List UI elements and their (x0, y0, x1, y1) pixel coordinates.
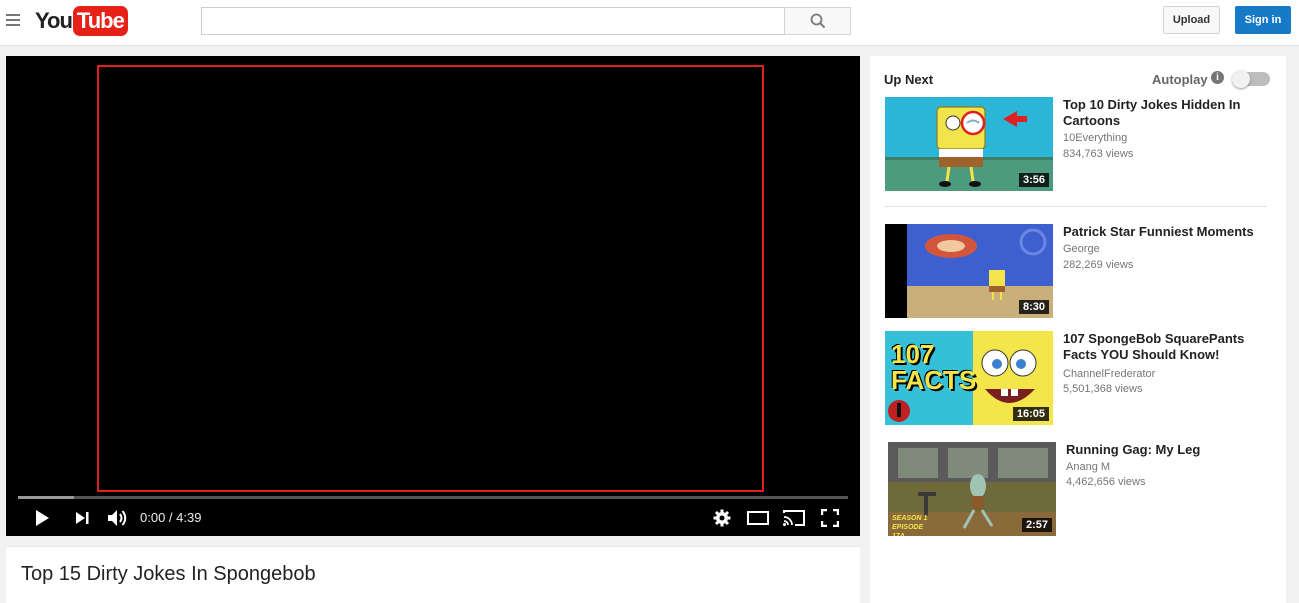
video-info-card: Top 15 Dirty Jokes In Spongebob (6, 546, 860, 603)
cast-button[interactable] (780, 506, 808, 530)
video-thumbnail[interactable]: 8:30 (885, 224, 1053, 318)
play-button[interactable] (30, 506, 54, 530)
video-item-channel: 10Everything (1063, 132, 1128, 144)
video-item-channel: Anang M (1066, 461, 1111, 473)
volume-icon (108, 510, 127, 526)
video-item-title[interactable]: Patrick Star Funniest Moments (1063, 224, 1268, 240)
cast-icon (783, 510, 805, 526)
sign-in-button[interactable]: Sign in (1235, 6, 1291, 34)
search-icon (810, 13, 825, 29)
next-icon (76, 512, 89, 524)
up-next-video-item[interactable]: SEASON 1 EPISODE 17A 2:57 Running Gag: M… (888, 442, 1278, 538)
fullscreen-button[interactable] (818, 506, 842, 530)
watch-sidebar: Up Next Autoplay i 3:56 Top 10 Dirty Jok… (870, 56, 1286, 603)
search-button[interactable] (784, 7, 851, 35)
autoplay-toggle[interactable] (1232, 70, 1270, 88)
logo-tube-text: Tube (72, 6, 128, 36)
progress-loaded (18, 496, 74, 499)
video-item-title[interactable]: 107 SpongeBob SquarePants Facts YOU Shou… (1063, 331, 1268, 363)
video-item-views: 834,763 views (1063, 148, 1134, 160)
up-next-video-item[interactable]: 8:30 Patrick Star Funniest Moments Georg… (885, 224, 1275, 320)
video-item-channel: George (1063, 243, 1100, 255)
thumbnail-text: SEASON 1 EPISODE 17A (892, 515, 928, 536)
time-display: 0:00 / 4:39 (140, 510, 202, 525)
divider (884, 206, 1267, 207)
up-next-heading: Up Next (884, 72, 934, 87)
video-item-channel: ChannelFrederator (1063, 368, 1156, 380)
youtube-logo[interactable]: You Tube (35, 6, 128, 36)
toggle-knob (1232, 70, 1250, 88)
video-thumbnail[interactable]: SEASON 1 EPISODE 17A 2:57 (888, 442, 1056, 536)
theater-mode-icon (747, 511, 769, 525)
play-icon (36, 510, 49, 526)
theater-mode-button[interactable] (744, 506, 772, 530)
settings-button[interactable] (710, 506, 734, 530)
up-next-video-item[interactable]: 107 FACTS 16:05 107 SpongeBob SquarePant… (885, 331, 1275, 427)
info-icon[interactable]: i (1211, 71, 1224, 84)
video-thumbnail[interactable]: 107 FACTS 16:05 (885, 331, 1053, 425)
video-duration: 3:56 (1018, 173, 1049, 187)
menu-icon[interactable] (6, 14, 20, 26)
video-duration: 8:30 (1018, 300, 1049, 314)
masthead: You Tube Upload Sign in (0, 0, 1299, 46)
video-item-views: 4,462,656 views (1066, 476, 1146, 488)
video-item-views: 282,269 views (1063, 259, 1134, 271)
fullscreen-icon (821, 509, 839, 527)
volume-button[interactable] (105, 506, 131, 530)
settings-icon (713, 509, 731, 527)
video-title: Top 15 Dirty Jokes In Spongebob (21, 563, 316, 585)
logo-you-text: You (35, 8, 73, 33)
video-item-title[interactable]: Running Gag: My Leg (1066, 442, 1271, 458)
highlight-box (97, 65, 764, 492)
next-button[interactable] (70, 506, 94, 530)
video-duration: 2:57 (1021, 518, 1052, 532)
upload-button[interactable]: Upload (1163, 6, 1220, 34)
video-item-views: 5,501,368 views (1063, 383, 1143, 395)
search-input[interactable] (201, 7, 785, 35)
video-duration: 16:05 (1012, 407, 1049, 421)
video-player[interactable]: 0:00 / 4:39 (6, 56, 860, 536)
thumbnail-text: 107 FACTS (891, 339, 977, 395)
progress-bar[interactable] (18, 496, 848, 499)
video-thumbnail[interactable]: 3:56 (885, 97, 1053, 191)
video-item-title[interactable]: Top 10 Dirty Jokes Hidden In Cartoons (1063, 97, 1268, 129)
autoplay-label: Autoplay (1152, 72, 1208, 87)
up-next-video-item[interactable]: 3:56 Top 10 Dirty Jokes Hidden In Cartoo… (885, 97, 1275, 193)
